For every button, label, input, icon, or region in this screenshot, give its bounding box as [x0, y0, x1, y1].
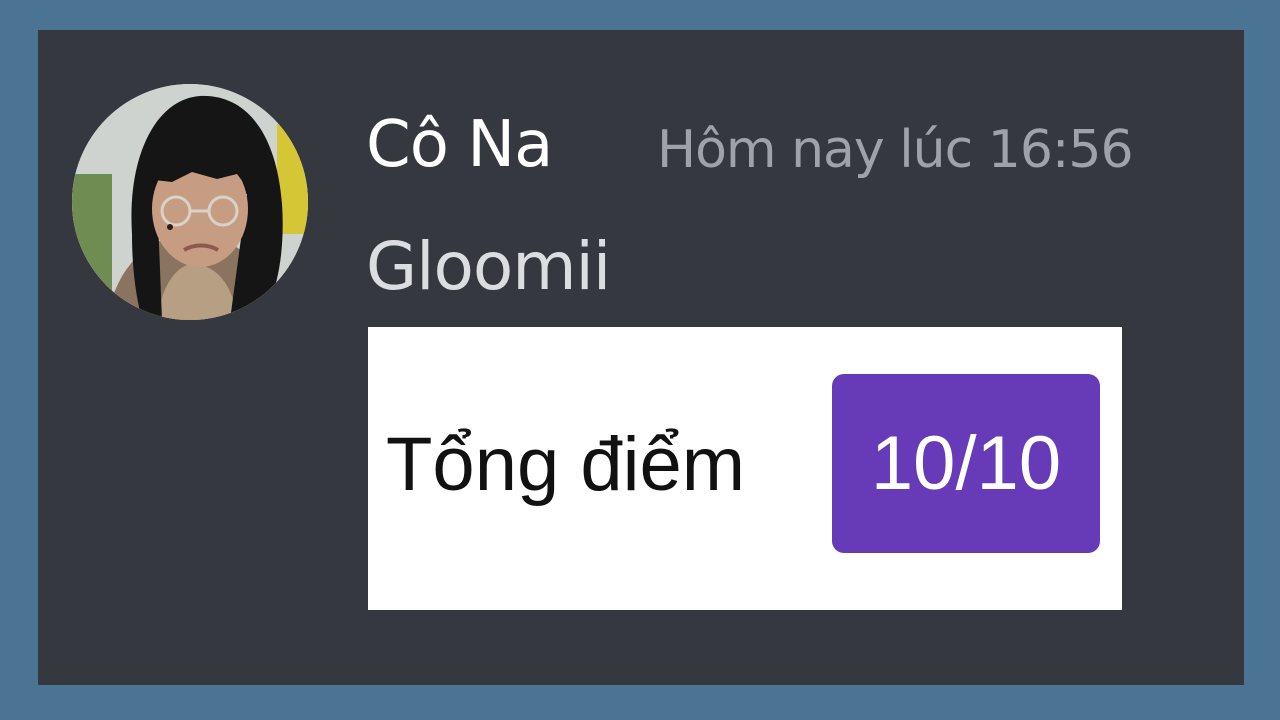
- score-attachment: Tổng điểm 10/10: [368, 327, 1122, 610]
- message-text: Gloomii: [366, 228, 611, 305]
- avatar-photo: [72, 84, 308, 320]
- avatar[interactable]: [72, 84, 308, 320]
- author-name[interactable]: Cô Na: [366, 100, 553, 190]
- score-badge: 10/10: [832, 374, 1100, 553]
- score-label: Tổng điểm: [386, 422, 746, 507]
- message-timestamp: Hôm nay lúc 16:56: [657, 120, 1134, 180]
- window-frame: Cô Na Hôm nay lúc 16:56 Gloomii Tổng điể…: [0, 0, 1280, 720]
- score-value: 10/10: [870, 421, 1062, 506]
